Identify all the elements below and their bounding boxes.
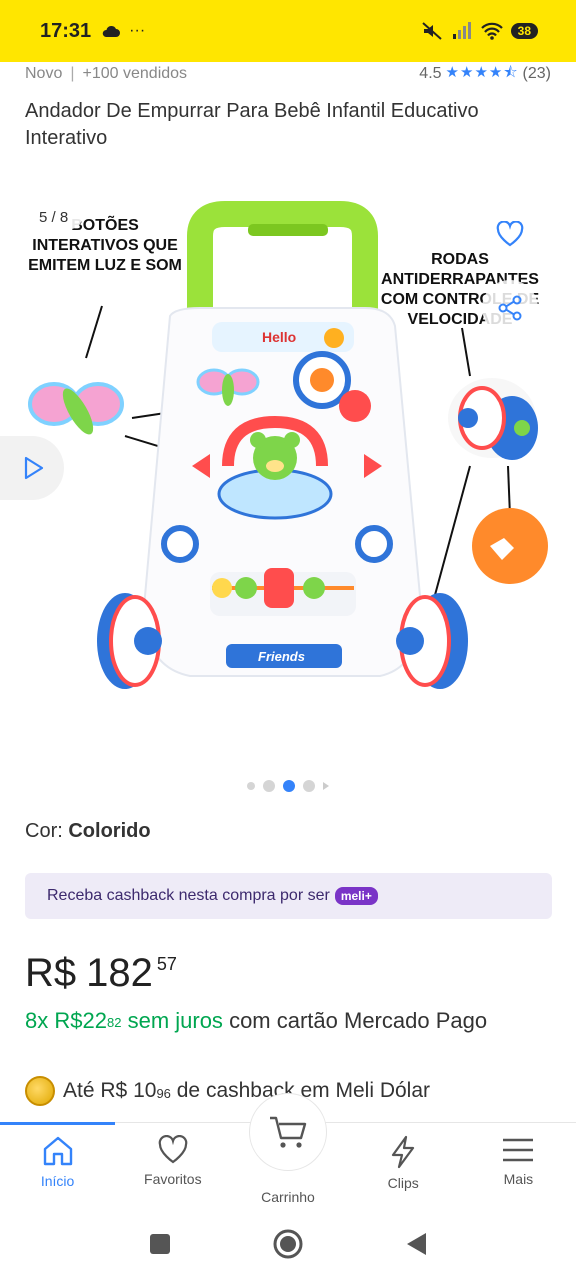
mute-icon (421, 22, 442, 40)
meli-dolar-prefix: Até (63, 1079, 95, 1102)
sold-count: +100 vendidos (82, 65, 188, 82)
status-time: 17:31 (40, 19, 92, 42)
cart-circle[interactable] (249, 1093, 327, 1171)
nav-clips[interactable]: Clips (346, 1123, 461, 1208)
carousel-dot (247, 782, 255, 790)
carousel-next-indicator (323, 782, 329, 790)
meli-dolar-integer: 10 (133, 1079, 157, 1102)
home-icon (43, 1136, 72, 1166)
installments-cents: 82 (106, 1015, 122, 1030)
nav-label: Clips (387, 1175, 419, 1191)
bottom-navigation: Início Favoritos Carrinho Clips Mais (0, 1093, 576, 1208)
price-integer: 182 (86, 951, 153, 995)
cart-icon (270, 1116, 307, 1148)
meli-dolar-coin-icon (25, 1076, 55, 1106)
nav-favoritos[interactable]: Favoritos (115, 1123, 230, 1208)
color-value: Colorido (68, 820, 151, 842)
nav-label: Carrinho (261, 1189, 315, 1205)
product-meta: Novo | +100 vendidos 4.5 ★★★★⯪ (23) (25, 62, 551, 86)
rating-value: 4.5 (419, 65, 442, 82)
price: R$ 182 57 (25, 948, 177, 998)
wifi-icon (480, 22, 503, 40)
rating-summary[interactable]: 4.5 ★★★★⯪ (23) (419, 62, 551, 87)
carousel-dot (263, 780, 275, 792)
installments-integer: 22 (82, 1008, 107, 1033)
carousel-dot-active (283, 780, 295, 792)
more-notifications-icon: ··· (129, 22, 146, 39)
share-icon (498, 295, 522, 321)
nav-label: Início (40, 1173, 75, 1189)
installments-currency: R$ (54, 1008, 83, 1033)
share-button[interactable] (482, 280, 538, 336)
nav-mais[interactable]: Mais (461, 1123, 576, 1208)
star-rating-icon: ★★★★⯪ (445, 63, 519, 81)
carousel-dot (303, 780, 315, 792)
installments-count: 8x (25, 1008, 49, 1033)
toy-sign-text: Hello (262, 329, 296, 345)
nav-inicio[interactable]: Início (0, 1122, 116, 1208)
nav-label: Mais (503, 1171, 534, 1187)
status-bar: 17:31 ··· 38 (0, 0, 576, 62)
heart-icon (496, 221, 524, 247)
home-button-icon[interactable] (272, 1228, 304, 1260)
condition-label: Novo (25, 65, 63, 82)
nav-carrinho[interactable]: Carrinho (230, 1093, 345, 1208)
toy-label-text: Friends (258, 649, 305, 664)
color-selector[interactable]: Cor: Colorido (25, 820, 151, 843)
nav-label: Favoritos (144, 1171, 202, 1187)
color-label: Cor: (25, 820, 63, 842)
play-icon (24, 456, 44, 480)
installments-suffix: com cartão Mercado Pago (229, 1008, 488, 1033)
back-icon[interactable] (404, 1231, 428, 1257)
favorite-button[interactable] (482, 206, 538, 262)
price-currency: R$ (25, 951, 77, 995)
price-cents: 57 (156, 954, 177, 974)
installments-info: 8x R$2282 sem juros com cartão Mercado P… (25, 1006, 546, 1036)
meli-dolar-cashback: Até R$ 10 96 de cashback em Meli Dólar (25, 1076, 430, 1106)
meli-dolar-currency: R$ (100, 1079, 128, 1102)
meli-dolar-cents: 96 (156, 1085, 171, 1101)
bolt-icon (392, 1135, 415, 1169)
installments-interest: sem juros (127, 1008, 223, 1033)
signal-icon (452, 22, 471, 39)
cashback-banner[interactable]: Receba cashback nesta compra por ser mel… (25, 873, 552, 919)
meli-plus-badge: meli+ (334, 887, 378, 905)
recents-icon[interactable] (148, 1232, 172, 1256)
carousel-dots (0, 780, 576, 792)
heart-icon (158, 1135, 188, 1164)
cashback-banner-text: Receba cashback nesta compra por ser (47, 887, 330, 904)
play-video-button[interactable] (0, 436, 64, 500)
system-navigation-bar (0, 1208, 576, 1280)
review-count: (23) (522, 65, 551, 82)
cloud-icon (102, 25, 121, 37)
battery-indicator: 38 (510, 23, 538, 39)
image-counter: 5 / 8 (25, 206, 83, 229)
menu-icon (503, 1138, 534, 1162)
product-title: Andador De Empurrar Para Bebê Infantil E… (25, 100, 479, 149)
product-gallery[interactable]: 5 / 8 BOTÕES INTERATIVOS QUE EMITEM LUZ … (0, 196, 576, 766)
